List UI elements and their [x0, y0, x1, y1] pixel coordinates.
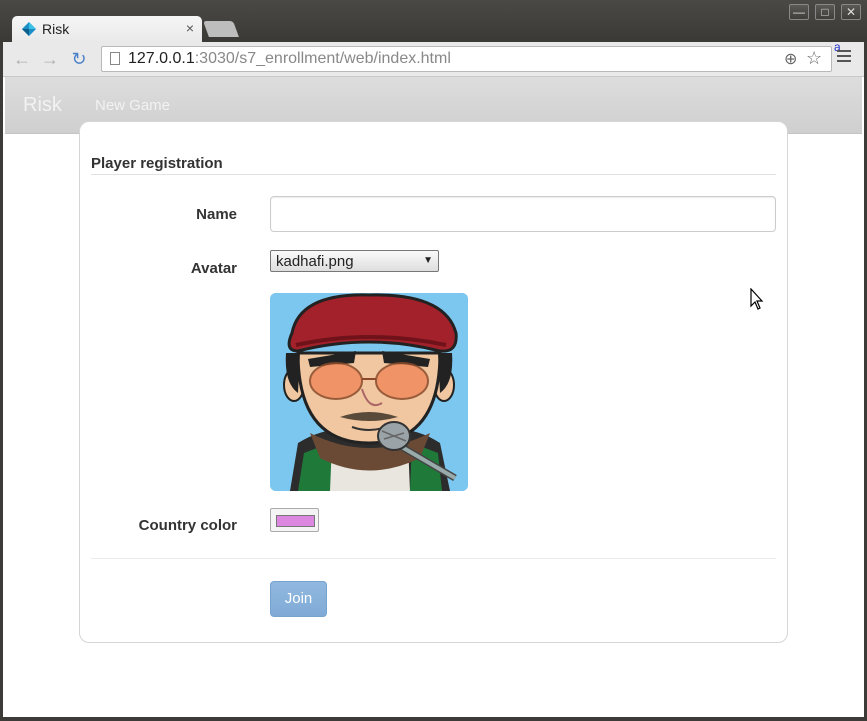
tab-risk[interactable]: Risk ×: [12, 16, 202, 42]
back-arrow-icon[interactable]: ←: [11, 49, 33, 69]
avatar-label: Avatar: [190, 260, 237, 277]
bookmark-star-icon[interactable]: ☆: [806, 48, 822, 69]
tab-strip: Risk × — □ ✕: [0, 0, 867, 42]
country-color-picker[interactable]: [270, 508, 319, 532]
mouse-cursor-icon: [750, 288, 764, 310]
dart-logo-icon: [22, 22, 36, 36]
tab-title: Risk: [42, 21, 70, 37]
new-tab-button[interactable]: [203, 21, 239, 37]
browser-window: Risk × — □ ✕ ← → ↻ 127.0.0.1:3030/s7_enr…: [0, 0, 867, 721]
reload-icon[interactable]: ↻: [68, 49, 90, 69]
page-icon: [110, 52, 120, 65]
tab-close-icon[interactable]: ×: [186, 20, 194, 36]
name-label: Name: [196, 206, 237, 223]
country-color-label: Country color: [138, 517, 237, 534]
zoom-icon[interactable]: ⊕: [784, 49, 797, 69]
avatar-select-value: kadhafi.png: [276, 253, 354, 270]
form-actions-divider: [91, 558, 776, 559]
avatar-select[interactable]: kadhafi.png ▼: [270, 250, 439, 272]
legend-divider: [91, 174, 776, 175]
url-text: 127.0.0.1:3030/s7_enrollment/web/index.h…: [128, 50, 451, 67]
minimize-button[interactable]: —: [789, 4, 809, 20]
name-input[interactable]: [270, 196, 776, 232]
browser-toolbar: ← → ↻ 127.0.0.1:3030/s7_enrollment/web/i…: [3, 40, 864, 77]
menu-icon[interactable]: [837, 50, 851, 64]
dropdown-arrow-icon: ▼: [423, 255, 433, 266]
close-window-button[interactable]: ✕: [841, 4, 861, 20]
forward-arrow-icon[interactable]: →: [39, 49, 61, 69]
join-button[interactable]: Join: [270, 581, 327, 617]
country-color-swatch: [276, 515, 315, 527]
address-bar[interactable]: 127.0.0.1:3030/s7_enrollment/web/index.h…: [101, 46, 832, 72]
form-legend: Player registration: [91, 155, 223, 172]
avatar-image: [270, 293, 468, 491]
brand-link[interactable]: Risk: [23, 94, 62, 117]
new-game-link[interactable]: New Game: [95, 97, 170, 114]
registration-panel: Player registration Name Avatar kadhafi.…: [79, 121, 788, 643]
page-viewport: Risk New Game Player registration Name A…: [3, 77, 864, 717]
maximize-button[interactable]: □: [815, 4, 835, 20]
